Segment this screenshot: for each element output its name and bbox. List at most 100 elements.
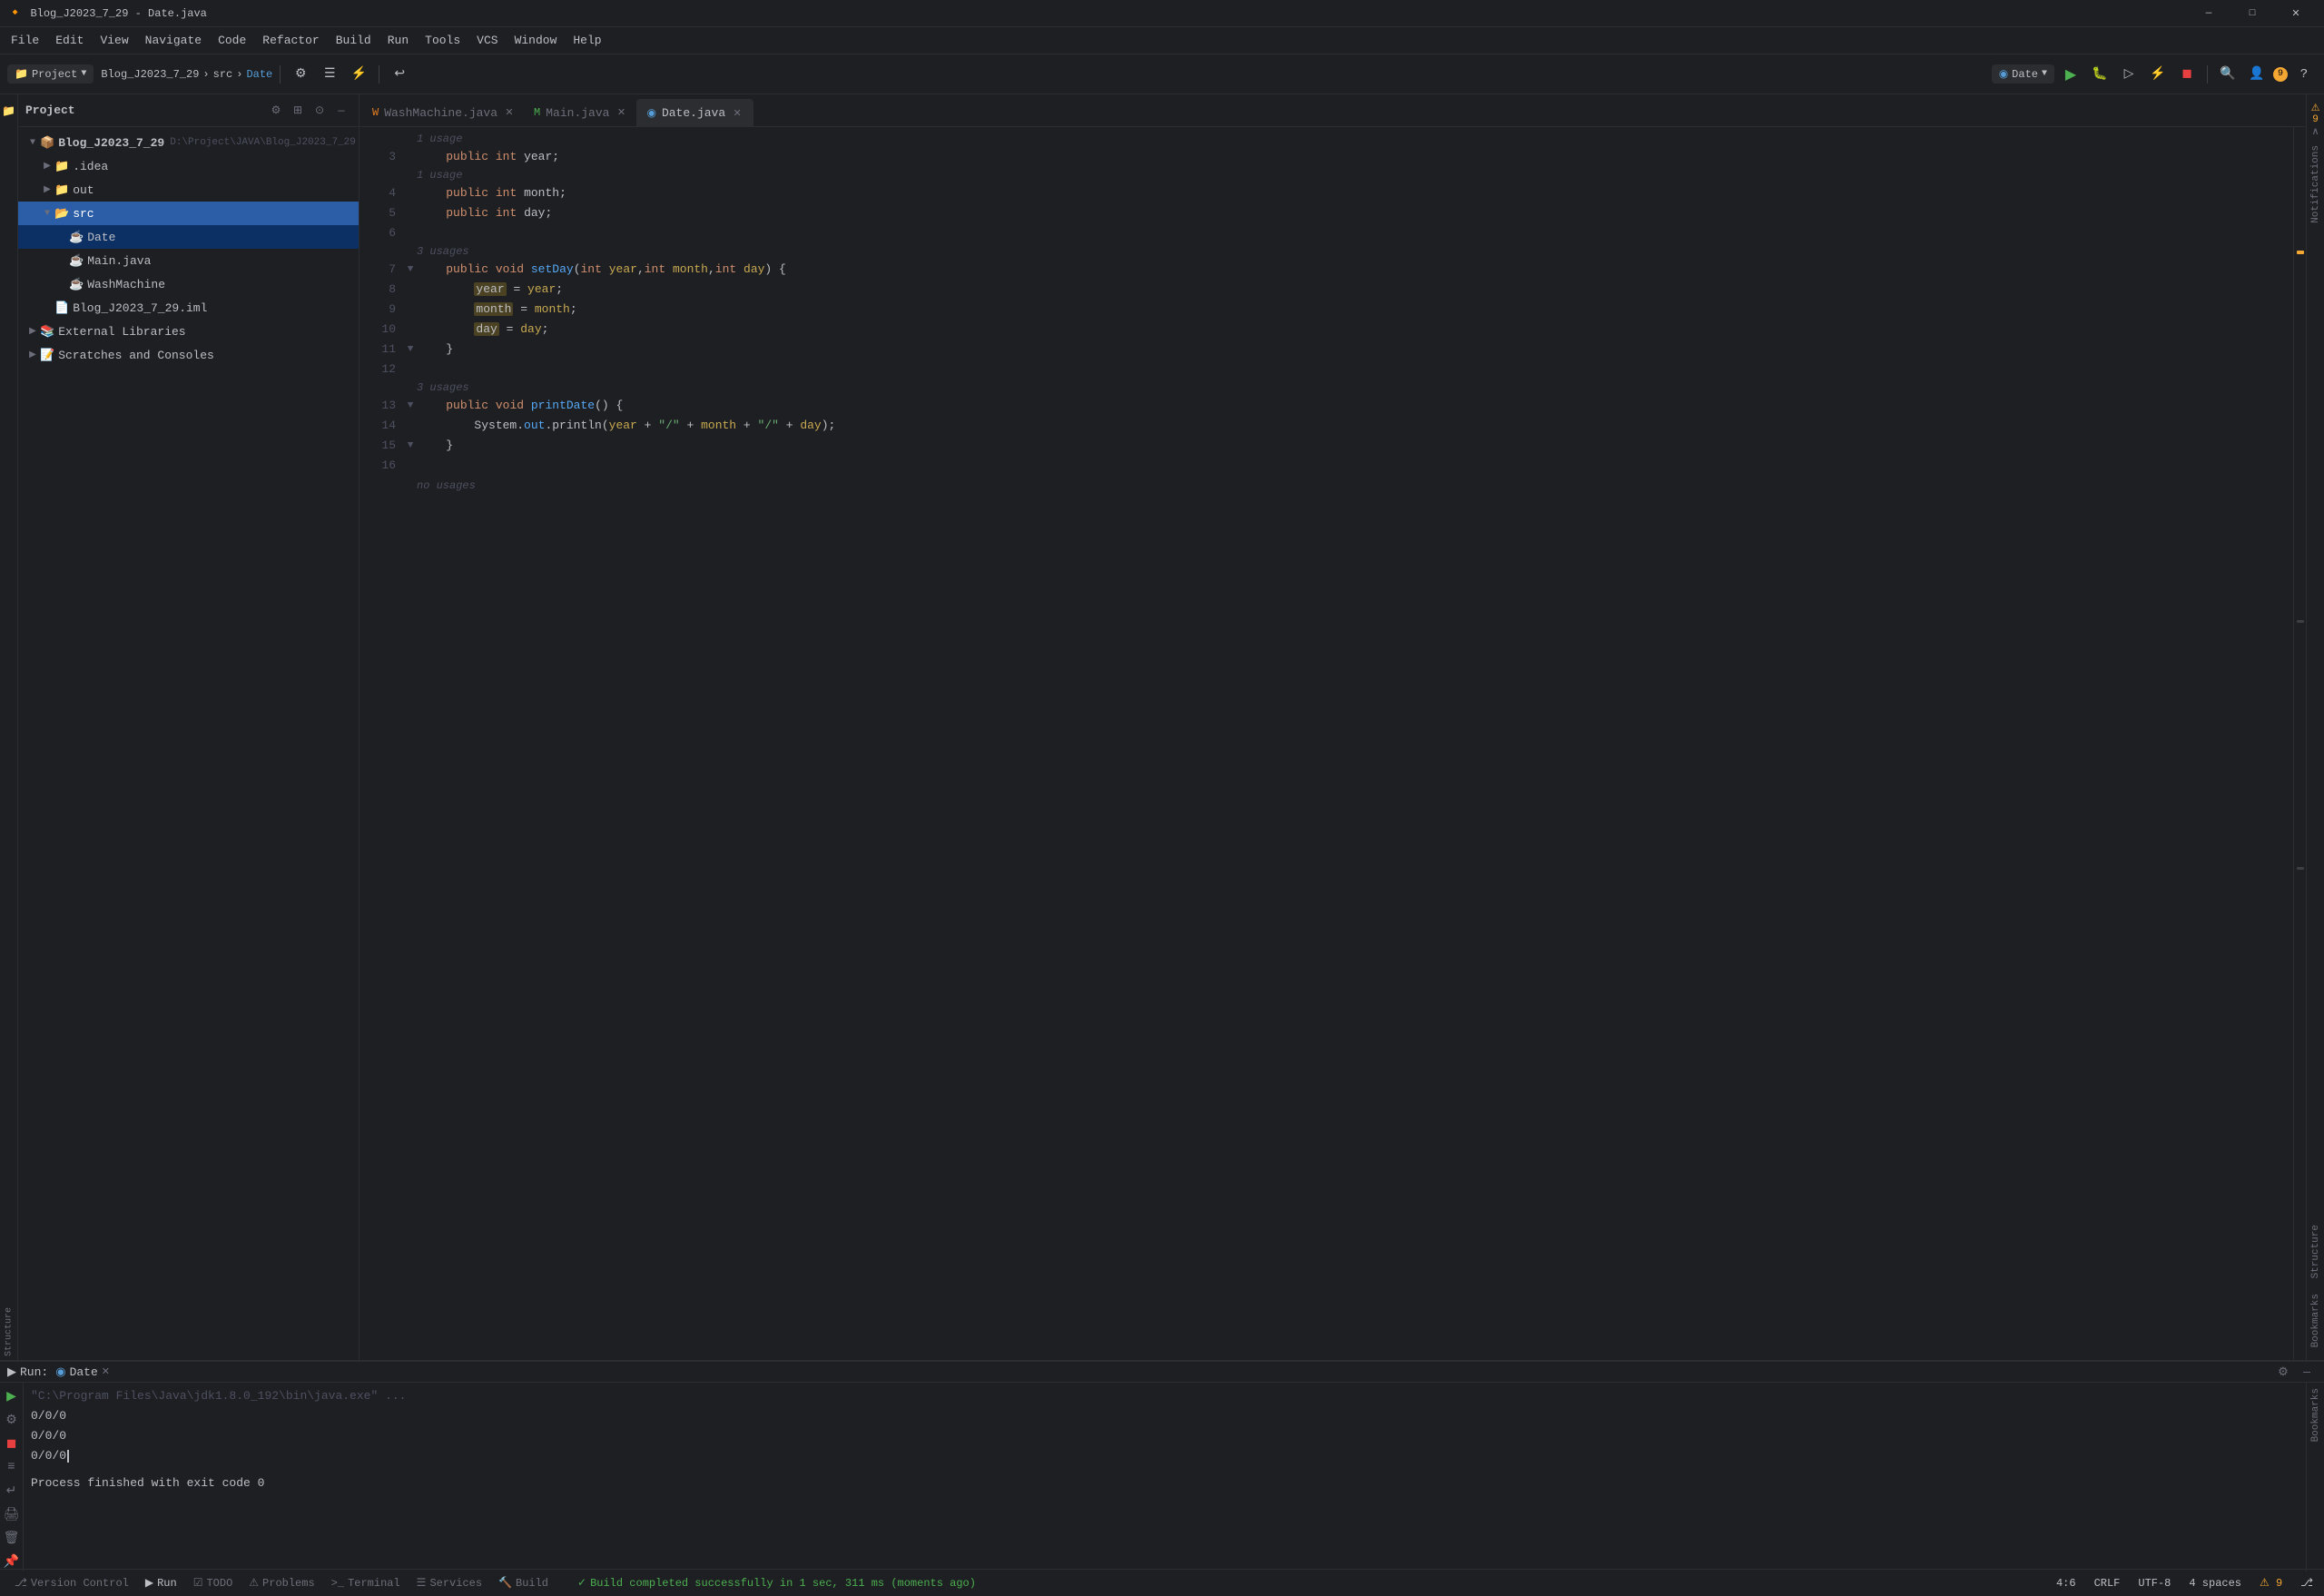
tree-item-date[interactable]: ☕ Date [18,225,359,249]
bottom-tab-terminal[interactable]: >_ Terminal [324,1573,408,1593]
search-button[interactable]: 🔍 [2215,62,2240,87]
tab-main[interactable]: M Main.java ✕ [525,99,636,126]
notifications-label[interactable]: Notifications [2310,138,2321,231]
cursor-position[interactable]: 4:6 [2053,1575,2080,1591]
run-output[interactable]: "C:\Program Files\Java\jdk1.8.0_192\bin\… [24,1383,2306,1571]
debug-button[interactable]: 🐛 [2087,62,2112,87]
run-settings-icon[interactable]: ⚙ [2273,1362,2293,1382]
editor-line-7: 7 ▼ public void setDay(int year,int mont… [367,260,2293,280]
fold-11[interactable]: ▼ [403,340,418,360]
coverage-button[interactable]: ▷ [2116,62,2142,87]
fold-15[interactable]: ▼ [403,436,418,456]
structure-button[interactable]: ☰ [317,62,342,87]
structure-label[interactable]: Structure [2309,1219,2323,1284]
editor-scrollbar-gutter[interactable] [2293,127,2306,1360]
undo-button[interactable]: ↩ [387,62,412,87]
bottom-tab-run[interactable]: ▶ Run [138,1572,184,1593]
chevron-up-icon[interactable]: ∧ [2311,125,2319,138]
tab-washmachine[interactable]: W WashMachine.java ✕ [363,99,525,126]
minimize-button[interactable]: — [2188,0,2230,27]
tree-item-main[interactable]: ☕ Main.java [18,249,359,272]
tree-item-idea[interactable]: ▶ 📁 .idea [18,154,359,178]
code-content[interactable]: 1 usage 3 public int year; 1 usage [359,127,2293,1360]
fold-7[interactable]: ▼ [403,260,418,280]
tree-item-iml[interactable]: 📄 Blog_J2023_7_29.iml [18,296,359,320]
tree-item-src[interactable]: ▼ 📂 src [18,202,359,225]
trash-icon[interactable]: 🗑 [2,1528,22,1548]
notifications-badge[interactable]: 9 [2273,67,2288,82]
bookmark-button[interactable]: ⚡ [346,62,371,87]
collapse-panel-icon[interactable]: — [331,101,351,121]
fold-13[interactable]: ▼ [403,396,418,416]
help-button[interactable]: ? [2291,62,2317,87]
charset[interactable]: UTF-8 [2134,1575,2174,1591]
tab-date[interactable]: ◉ Date.java ✕ [636,99,753,126]
breadcrumb-file[interactable]: Date [246,68,272,81]
menu-help[interactable]: Help [566,30,608,51]
tree-item-out[interactable]: ▶ 📁 out [18,178,359,202]
menu-run[interactable]: Run [380,30,416,51]
wrap-icon[interactable]: ↵ [2,1481,22,1501]
tab-close-main[interactable]: ✕ [615,106,627,119]
menu-file[interactable]: File [4,30,46,51]
tree-item-project[interactable]: ▼ 📦 Blog_J2023_7_29 D:\Project\JAVA\Blog… [18,131,359,154]
project-dropdown[interactable]: 📁 Project ▼ [7,64,94,84]
structure-sidebar-icon[interactable]: Structure [0,1284,18,1356]
filter-icon[interactable]: ≡ [2,1457,22,1477]
breadcrumb-project[interactable]: Blog_J2023_7_29 [101,68,199,81]
run-config-dropdown[interactable]: ◉ Date ▼ [1992,64,2054,84]
menu-tools[interactable]: Tools [418,30,468,51]
indent-info[interactable]: 4 spaces [2185,1575,2245,1591]
line-code-11: } [418,340,453,360]
line-ending[interactable]: CRLF [2091,1575,2124,1591]
warning-num: 9 [2276,1577,2282,1590]
pin-icon[interactable]: 📌 [2,1552,22,1571]
tree-item-extlibs[interactable]: ▶ 📚 External Libraries [18,320,359,343]
user-button[interactable]: 👤 [2244,62,2270,87]
bottom-tab-build[interactable]: 🔨 Build [491,1572,556,1593]
bottom-tab-problems[interactable]: ⚠ Problems [241,1572,321,1593]
editor-line-group-7: 3 usages 7 ▼ public void setDay(int year… [367,243,2293,280]
project-sidebar-icon[interactable]: 📁 [0,102,18,120]
run-tab-date[interactable]: ◉ Date ✕ [55,1365,110,1379]
menu-navigate[interactable]: Navigate [138,30,209,51]
git-icon[interactable]: ⎇ [2297,1574,2317,1591]
run-button[interactable]: ▶ [2058,62,2083,87]
menu-refactor[interactable]: Refactor [255,30,326,51]
menu-view[interactable]: View [93,30,135,51]
warnings-count[interactable]: ⚠ 9 [2256,1574,2286,1591]
menu-build[interactable]: Build [329,30,379,51]
bottom-tab-version-control[interactable]: ⎇ Version Control [7,1572,136,1593]
tree-item-washmachine[interactable]: ☕ WashMachine [18,272,359,296]
menu-edit[interactable]: Edit [48,30,91,51]
run-tab-close[interactable]: ✕ [102,1365,110,1378]
profile-button[interactable]: ⚡ [2145,62,2171,87]
menu-window[interactable]: Window [507,30,565,51]
stop-run-icon[interactable]: ◼ [2,1433,22,1453]
breadcrumb-src[interactable]: src [213,68,233,81]
tree-label-src: src [73,207,94,221]
tree-item-scratches[interactable]: ▶ 📝 Scratches and Consoles [18,343,359,367]
stop-button[interactable]: ◼ [2174,62,2200,87]
tab-close-washmachine[interactable]: ✕ [503,106,516,119]
run-minimize-icon[interactable]: — [2297,1362,2317,1382]
close-button[interactable]: ✕ [2275,0,2317,27]
bookmarks-label[interactable]: Bookmarks [2309,1288,2323,1353]
warning-badge: ⚠ [2311,102,2320,114]
print-icon[interactable]: 🖨 [2,1504,22,1524]
bottom-tab-todo[interactable]: ☑ TODO [186,1572,241,1593]
gear-icon[interactable]: ⚙ [266,101,286,121]
run-bookmarks-label[interactable]: Bookmarks [2309,1383,2323,1447]
maximize-button[interactable]: □ [2231,0,2273,27]
tree-arrow-extlibs: ▶ [25,326,40,337]
menu-code[interactable]: Code [211,30,253,51]
expand-all-icon[interactable]: ⊞ [288,101,308,121]
menu-vcs[interactable]: VCS [469,30,505,51]
settings-button[interactable]: ⚙ [288,62,313,87]
rerun-button[interactable]: ▶ [2,1386,22,1406]
rerun-settings-icon[interactable]: ⚙ [2,1410,22,1430]
tab-close-date[interactable]: ✕ [731,107,743,120]
version-control-icon: ⎇ [15,1576,27,1590]
scroll-from-source-icon[interactable]: ⊙ [310,101,330,121]
bottom-tab-services[interactable]: ☰ Services [409,1572,489,1593]
